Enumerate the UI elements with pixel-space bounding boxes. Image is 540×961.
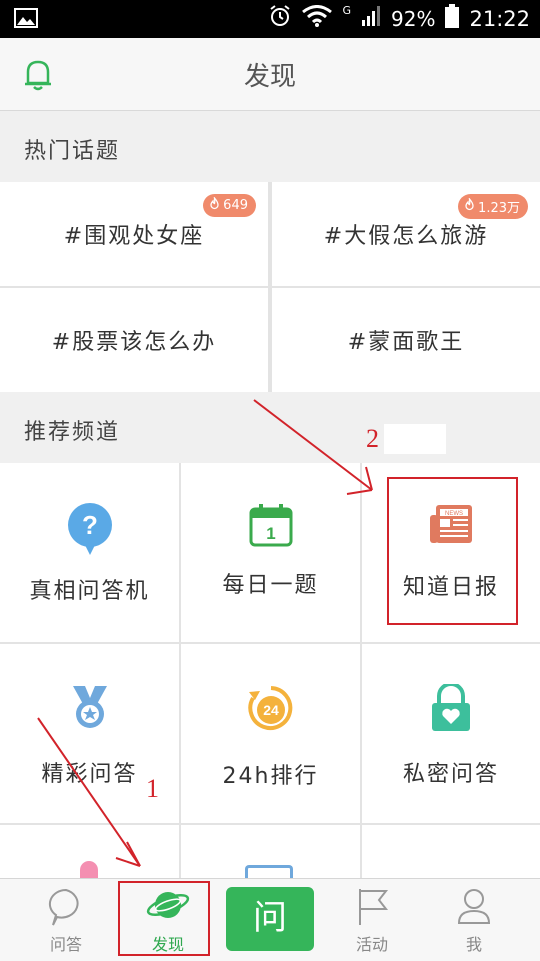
hot-count: 649 [223,198,248,213]
annotation-step-2: 2 [366,424,379,453]
fire-icon [209,195,220,214]
channels-title: 推荐频道 [24,420,121,445]
ask-button[interactable]: 问 [226,887,314,951]
hot-count: 1.23万 [478,201,520,216]
top-bar: 发现 [0,38,540,111]
annotation-step-1: 1 [146,774,159,803]
nav-item-activity[interactable]: 活动 [318,879,426,961]
annotation-label-bg [384,424,446,454]
clock-24h-icon: 24 [181,684,360,734]
nav-label: 我 [465,935,482,954]
bottom-nav: 问答 发现 问 活动 我 [0,878,540,961]
hot-topic-item[interactable]: 1.23万 #大假怎么旅游 [272,182,540,286]
channel-item[interactable] [181,825,360,883]
network-type-label: G [342,4,352,17]
nav-label: 活动 [355,935,388,954]
channel-item[interactable] [362,825,540,883]
hot-topic-label: #股票该怎么办 [51,330,217,355]
page-title: 发现 [243,62,296,92]
annotation-label-bg [158,772,178,802]
status-bar: G 92% 21:22 [0,0,540,38]
clock-time: 21:22 [469,6,530,31]
battery-icon [445,4,460,33]
svg-text:?: ? [82,510,98,540]
question-bubble-icon: ? [0,503,179,555]
fire-icon [464,196,475,215]
hot-topics-header: 热门话题 [0,111,540,183]
channel-item[interactable] [0,825,179,883]
hot-topic-label: #大假怎么旅游 [323,224,489,249]
nav-item-me[interactable]: 我 [420,879,528,961]
channel-label: 私密问答 [402,762,499,787]
channel-item[interactable]: 24 24h排行 [181,644,360,823]
annotation-box-daily-news [387,477,518,625]
hot-topic-label: #围观处女座 [63,224,205,249]
hot-count-badge: 649 [203,194,256,217]
chat-bubble-icon [12,887,120,927]
wifi-icon [302,5,333,32]
channel-item[interactable]: 私密问答 [362,644,540,823]
calendar-icon: 1 [181,503,360,553]
channel-label: 每日一题 [222,573,319,598]
hot-topics-title: 热门话题 [24,139,121,164]
nav-item-qa[interactable]: 问答 [12,879,120,961]
hot-topic-item[interactable]: #股票该怎么办 [0,288,268,392]
channel-item[interactable]: 1 每日一题 [181,463,360,642]
hot-topic-item[interactable]: #蒙面歌王 [272,288,540,392]
hot-topics-grid: 649 #围观处女座 1.23万 #大假怎么旅游 #股票该怎么办 #蒙面歌王 [0,182,540,392]
lock-heart-icon [362,684,540,734]
annotation-box-discover-tab [118,881,210,956]
battery-percent: 92% [391,6,436,31]
channel-label: 真相问答机 [29,579,150,604]
hot-topic-item[interactable]: 649 #围观处女座 [0,182,268,286]
nav-label: 问答 [49,935,82,954]
user-icon [420,887,528,927]
channel-item[interactable]: ? 真相问答机 [0,463,179,642]
svg-text:1: 1 [266,524,275,543]
alarm-icon [268,4,292,33]
medal-icon [0,684,179,734]
svg-text:24: 24 [263,702,279,718]
hot-topic-label: #蒙面歌王 [347,330,465,355]
channels-header: 推荐频道 [0,392,540,464]
gallery-notification-icon [14,8,38,32]
hot-count-badge: 1.23万 [458,194,528,219]
signal-icon [361,5,381,32]
channel-label: 24h排行 [222,764,319,789]
flag-icon [318,887,426,927]
